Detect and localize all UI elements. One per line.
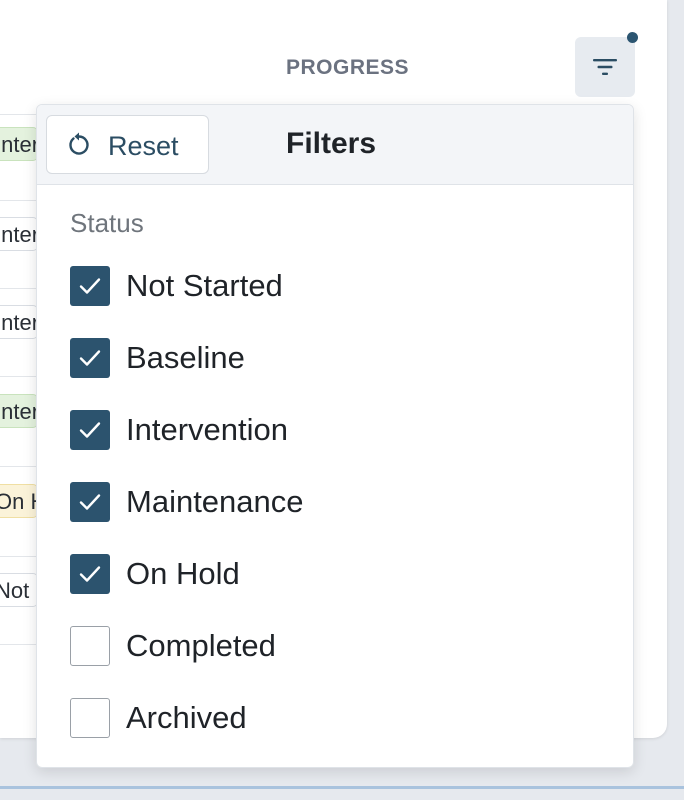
status-checkbox[interactable]	[70, 554, 110, 594]
status-checkbox[interactable]	[70, 698, 110, 738]
status-option-label: On Hold	[126, 556, 240, 591]
filter-icon	[593, 59, 617, 75]
row-divider	[0, 114, 40, 115]
row-divider	[0, 376, 40, 377]
checkmark-icon	[79, 350, 101, 366]
filters-header: Reset Filters	[37, 105, 633, 185]
progress-column-header: PROGRESS	[286, 56, 410, 79]
checkmark-icon	[79, 494, 101, 510]
row-divider	[0, 556, 40, 557]
active-filter-indicator	[627, 32, 638, 43]
status-option-label: Archived	[126, 700, 247, 735]
status-checkbox[interactable]	[70, 410, 110, 450]
checkmark-icon	[79, 566, 101, 582]
reset-label: Reset	[108, 131, 179, 161]
filters-dropdown: Reset Filters Status Not Started Baselin…	[36, 104, 634, 768]
bottom-divider	[0, 786, 684, 789]
filters-title: Filters	[286, 127, 377, 160]
table-row-status-chip: Intervention	[0, 394, 38, 428]
row-divider	[0, 288, 40, 289]
status-section-label: Status	[70, 208, 144, 238]
row-divider	[0, 466, 40, 467]
status-option-label: Baseline	[126, 340, 245, 375]
table-row-status-chip: Intervention	[0, 127, 38, 161]
status-checkbox[interactable]	[70, 338, 110, 378]
table-row-status-chip: Not Started	[0, 573, 38, 607]
checkmark-icon	[79, 278, 101, 294]
status-option-label: Completed	[126, 628, 276, 663]
table-row-status-chip: On Hold	[0, 484, 38, 518]
status-option-label: Maintenance	[126, 484, 304, 519]
status-checkbox[interactable]	[70, 626, 110, 666]
status-option-label: Intervention	[126, 412, 288, 447]
reset-icon	[69, 132, 89, 155]
row-divider	[0, 200, 40, 201]
status-checkbox[interactable]	[70, 266, 110, 306]
status-option-label: Not Started	[126, 268, 283, 303]
table-row-status-chip: Intervention	[0, 305, 38, 339]
table-row-status-chip: Intervention	[0, 217, 38, 251]
filter-button[interactable]	[575, 37, 635, 97]
reset-button[interactable]: Reset	[46, 115, 209, 174]
status-checkbox[interactable]	[70, 482, 110, 522]
row-divider	[0, 644, 40, 645]
checkmark-icon	[79, 422, 101, 438]
